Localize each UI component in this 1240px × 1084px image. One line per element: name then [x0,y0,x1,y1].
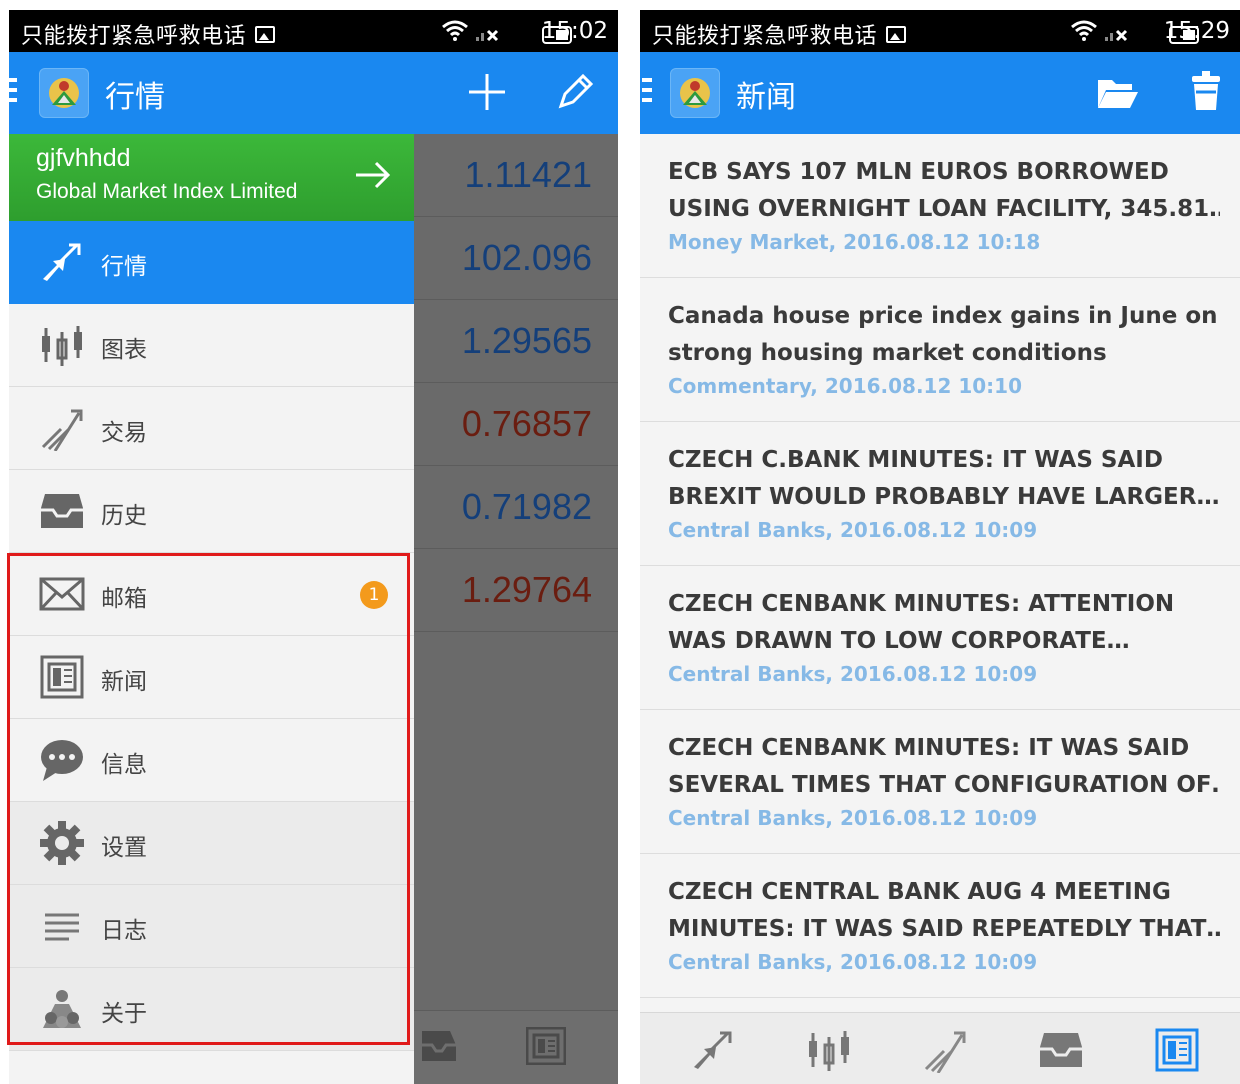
news-meta: Central Banks, 2016.08.12 10:09 [668,950,1038,974]
headline-line: USING OVERNIGHT LOAN FACILITY, 345.81… [668,196,1220,222]
quote-price: 1.29764 [461,569,592,610]
news-item[interactable]: CZECH C.BANK MINUTES: IT WAS SAID BREXIT … [640,422,1240,566]
news-headline: CZECH CENBANK MINUTES: ATTENTION WAS DRAW… [668,586,1220,660]
quote-price: 0.71982 [461,486,592,527]
news-headline: ECB SAYS 107 MLN EUROS BORROWED USING OVE… [668,154,1220,228]
news-item[interactable]: CZECH CENTRAL BANK AUG 4 MEETING MINUTES:… [640,854,1240,998]
news-meta: Central Banks, 2016.08.12 10:09 [668,518,1038,542]
tab-quotes-icon[interactable] [690,1027,736,1073]
page-title: 行情 [105,80,165,115]
account-name: gjfvhhdd [36,144,131,172]
quote-row[interactable]: 1.29565 [414,300,618,383]
quotes-arrows-icon [39,239,85,285]
drawer-item-label: 交易 [101,420,147,446]
carrier-text: 只能拨打紧急呼救电话 [652,24,878,49]
headline-line: SEVERAL TIMES THAT CONFIGURATION OF… [668,772,1220,798]
drawer-item-charts[interactable]: 图表 [9,304,414,387]
headline-line: Canada house price index gains in June o… [668,303,1218,329]
candlestick-chart-icon [39,322,85,368]
headline-line: CZECH CENBANK MINUTES: ATTENTION [668,591,1175,617]
app-logo-icon [39,68,89,118]
image-notification-icon [255,26,275,43]
wifi-icon [441,19,469,47]
news-meta: Central Banks, 2016.08.12 10:09 [668,662,1038,686]
tab-chart-icon[interactable] [806,1027,852,1073]
account-company: Global Market Index Limited [36,180,298,203]
news-headline: CZECH CENBANK MINUTES: IT WAS SAID SEVERA… [668,730,1220,804]
quote-price: 0.76857 [461,403,592,444]
status-bar: 只能拨打紧急呼救电话 15:29 [640,10,1240,52]
inbox-history-icon[interactable] [422,1025,456,1069]
quote-row[interactable]: 1.29764 [414,549,618,632]
news-headline: CZECH C.BANK MINUTES: IT WAS SAID BREXIT … [668,442,1220,516]
app-bar: 新闻 [640,52,1240,134]
news-meta: Money Market, 2016.08.12 10:18 [668,230,1041,254]
status-bar: 只能拨打紧急呼救电话 15:02 [9,10,618,52]
tab-news-icon[interactable] [1154,1027,1200,1073]
news-headline: CZECH CENTRAL BANK AUG 4 MEETING MINUTES:… [668,874,1220,948]
bottom-tab-bar [640,1012,1240,1084]
arrow-right-icon[interactable] [354,160,392,194]
drawer-item-quotes[interactable]: 行情 [9,221,414,304]
signal-icon [1104,22,1130,48]
add-icon[interactable] [465,70,509,118]
carrier-text: 只能拨打紧急呼救电话 [21,24,247,49]
headline-line: strong housing market conditions [668,340,1107,366]
drawer-item-history[interactable]: 历史 [9,470,414,553]
clock-text: 15:29 [1163,18,1230,44]
tab-trade-icon[interactable] [922,1027,968,1074]
news-item[interactable]: CZECH CENBANK MINUTES: ATTENTION WAS DRAW… [640,566,1240,710]
drawer-item-label: 历史 [101,503,147,529]
tab-history-icon[interactable] [1038,1027,1084,1073]
drawer-item-label: 图表 [101,337,147,363]
headline-line: CZECH C.BANK MINUTES: IT WAS SAID [668,447,1163,473]
quote-row[interactable]: 0.71982 [414,466,618,549]
headline-line: ECB SAYS 107 MLN EUROS BORROWED [668,159,1169,185]
account-header[interactable]: gjfvhhdd Global Market Index Limited [9,134,414,221]
headline-line: BREXIT WOULD PROBABLY HAVE LARGER… [668,484,1220,510]
headline-line: WAS DRAWN TO LOW CORPORATE… [668,628,1130,654]
headline-line: CZECH CENBANK MINUTES: IT WAS SAID [668,735,1190,761]
bottom-tab-bar [414,1010,618,1084]
menu-icon[interactable] [642,78,652,108]
wifi-icon [1070,19,1098,47]
folder-open-icon[interactable] [1096,74,1140,116]
headline-line: MINUTES: IT WAS SAID REPEATEDLY THAT… [668,916,1220,942]
newspaper-icon[interactable] [525,1026,567,1069]
page-title: 新闻 [736,80,796,115]
news-headline: Canada house price index gains in June o… [668,298,1220,372]
quote-row[interactable]: 102.096 [414,217,618,300]
signal-icon [475,22,501,48]
inbox-history-icon [39,488,85,534]
news-list: ECB SAYS 107 MLN EUROS BORROWED USING OVE… [640,134,1240,1012]
menu-icon[interactable] [9,78,17,108]
trade-trend-icon [39,405,85,452]
drawer-item-trade[interactable]: 交易 [9,387,414,470]
news-item[interactable]: ECB SAYS 107 MLN EUROS BORROWED USING OVE… [640,134,1240,278]
image-notification-icon [886,26,906,43]
right-phone-screen: 只能拨打紧急呼救电话 15:29 新闻 ECB SAYS 107 MLN EUR… [640,10,1240,1084]
clock-text: 15:02 [541,18,608,44]
headline-line: CZECH CENTRAL BANK AUG 4 MEETING [668,879,1171,905]
app-bar: 行情 [9,52,618,134]
app-logo-icon [670,68,720,118]
drawer-item-label: 行情 [101,254,147,280]
quote-price: 102.096 [461,237,592,278]
quote-price: 1.29565 [461,320,592,361]
news-meta: Central Banks, 2016.08.12 10:09 [668,806,1038,830]
news-item[interactable]: Canada house price index gains in June o… [640,278,1240,422]
news-meta: Commentary, 2016.08.12 10:10 [668,374,1023,398]
quote-price: 1.11421 [464,154,592,195]
news-item[interactable]: CZECH CENBANK MINUTES: IT WAS SAID SEVERA… [640,710,1240,854]
quotes-list: 1.11421 102.096 1.29565 0.76857 0.71982 … [414,134,618,1084]
highlight-box [7,553,410,1045]
quote-row[interactable]: 0.76857 [414,383,618,466]
quote-row[interactable]: 1.11421 [414,134,618,217]
trash-icon[interactable] [1190,70,1222,116]
edit-pencil-icon[interactable] [553,70,597,118]
